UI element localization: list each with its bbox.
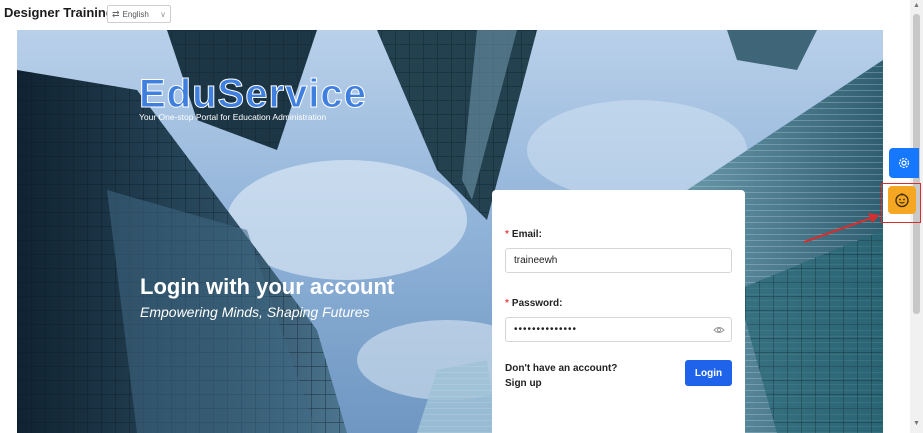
required-mark: * [505,229,509,240]
gear-icon [898,157,910,169]
password-label-text: Password: [511,298,563,309]
email-label: * Email: [505,229,542,240]
login-button[interactable]: Login [685,360,732,386]
language-select[interactable]: ⇄ English ∨ [107,5,171,23]
password-field[interactable]: •••••••••••••• [505,317,732,342]
scroll-down-icon[interactable]: ▼ [910,420,923,430]
required-mark: * [505,298,509,309]
login-form-card: * Email: traineewh * Password: •••••••••••… [492,190,745,433]
password-field-value: •••••••••••••• [514,324,578,335]
brand-name: EduService [139,72,367,116]
language-select-value: English [122,9,149,19]
signup-link[interactable]: Don't have an account? Sign up [505,361,640,391]
hero-subheading: Empowering Minds, Shaping Futures [140,304,370,320]
top-bar: Designer Training ⇄ English ∨ [0,0,910,28]
hero-heading: Login with your account [140,274,395,299]
scroll-up-icon[interactable]: ▲ [910,2,923,12]
eye-icon[interactable] [713,324,725,336]
email-label-text: Email: [511,229,542,240]
brand-logo: EduService Your One-stop Portal for Educ… [139,72,367,123]
assistant-button[interactable] [888,186,916,214]
email-field[interactable]: traineewh [505,248,732,273]
email-field-value: traineewh [514,255,558,266]
app-title: Designer Training [4,5,114,20]
settings-button[interactable] [889,148,919,178]
hero-banner: EduService Your One-stop Portal for Educ… [17,30,883,433]
translate-icon: ⇄ [112,8,120,19]
annotation-arrow [803,213,880,243]
smiley-icon [895,193,909,208]
password-label: * Password: [505,298,562,309]
chevron-down-icon: ∨ [160,9,166,19]
